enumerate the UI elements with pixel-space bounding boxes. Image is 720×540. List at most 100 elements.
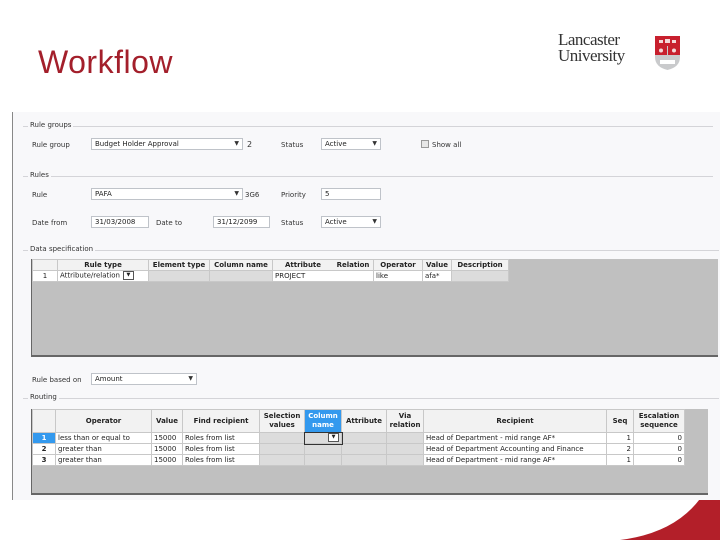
show-all-checkbox[interactable] xyxy=(421,140,429,148)
selection-values-cell[interactable] xyxy=(259,454,305,466)
row-number[interactable]: 1 xyxy=(32,432,56,444)
workflow-app-window: Rule groups Rule group Budget Holder App… xyxy=(12,112,720,500)
routing-section: Routing Operator Value Find recipient Se… xyxy=(23,393,719,499)
rule-status-select[interactable]: Active ▼ xyxy=(321,216,381,228)
table-row[interactable]: 1 Attribute/relation ▼ PROJECT like afa* xyxy=(32,270,509,282)
recipient-cell[interactable]: Head of Department Accounting and Financ… xyxy=(423,443,607,455)
chevron-down-icon[interactable]: ▼ xyxy=(372,217,377,227)
rule-type-cell[interactable]: Attribute/relation ▼ xyxy=(57,270,149,282)
selection-values-cell[interactable] xyxy=(259,432,305,444)
seq-cell[interactable]: 1 xyxy=(606,454,634,466)
priority-input[interactable]: 5 xyxy=(321,188,381,200)
column-name-cell[interactable] xyxy=(209,270,273,282)
column-header[interactable]: Value xyxy=(422,259,452,271)
attribute-cell[interactable] xyxy=(341,443,387,455)
via-relation-cell[interactable] xyxy=(386,432,424,444)
column-header[interactable]: Attribute xyxy=(341,409,387,433)
rule-group-status-select[interactable]: Active ▼ xyxy=(321,138,381,150)
seq-cell[interactable]: 1 xyxy=(606,432,634,444)
date-to-label: Date to xyxy=(156,219,182,227)
rule-select[interactable]: PAFA ▼ xyxy=(91,188,243,200)
value-cell[interactable]: 15000 xyxy=(151,454,183,466)
table-row[interactable]: 3 greater than 15000 Roles from list Hea… xyxy=(32,454,685,466)
column-header[interactable]: Escalation sequence xyxy=(633,409,685,433)
data-spec-header-row: Rule type Element type Column name Attri… xyxy=(32,259,509,271)
chevron-down-icon[interactable]: ▼ xyxy=(188,374,193,384)
date-from-input[interactable]: 31/03/2008 xyxy=(91,216,149,228)
column-header[interactable]: Column name xyxy=(209,259,273,271)
rule-based-on-select[interactable]: Amount ▼ xyxy=(91,373,197,385)
recipient-cell[interactable]: Head of Department - mid range AF* xyxy=(423,432,607,444)
column-header[interactable]: Operator xyxy=(373,259,423,271)
selection-values-cell[interactable] xyxy=(259,443,305,455)
row-number[interactable]: 1 xyxy=(32,270,58,282)
escalation-sequence-cell[interactable]: 0 xyxy=(633,443,685,455)
column-header[interactable]: Attribute xyxy=(272,259,333,271)
slide-title: Workflow xyxy=(38,44,173,80)
column-header[interactable]: Seq xyxy=(606,409,634,433)
rule-groups-label: Rule groups xyxy=(28,121,74,129)
seq-cell[interactable]: 2 xyxy=(606,443,634,455)
operator-cell[interactable]: like xyxy=(373,270,423,282)
value-cell[interactable]: 15000 xyxy=(151,443,183,455)
via-relation-cell[interactable] xyxy=(386,454,424,466)
recipient-cell[interactable]: Head of Department - mid range AF* xyxy=(423,454,607,466)
column-header[interactable]: Operator xyxy=(55,409,152,433)
attribute-cell[interactable] xyxy=(341,432,387,444)
column-header[interactable]: Relation xyxy=(333,259,374,271)
attribute-cell[interactable]: PROJECT xyxy=(272,270,333,282)
value-cell[interactable]: afa* xyxy=(422,270,452,282)
column-header[interactable]: Via relation xyxy=(386,409,424,433)
column-header[interactable]: Value xyxy=(151,409,183,433)
column-name-cell[interactable] xyxy=(304,454,342,466)
column-header[interactable]: Recipient xyxy=(423,409,607,433)
rules-label: Rules xyxy=(28,171,51,179)
column-header[interactable]: Rule type xyxy=(57,259,149,271)
column-header-selected[interactable]: Column name xyxy=(304,409,342,433)
rule-groups-section: Rule groups Rule group Budget Holder App… xyxy=(23,121,713,167)
date-from-label: Date from xyxy=(32,219,68,227)
attribute-cell[interactable] xyxy=(341,454,387,466)
show-all-label: Show all xyxy=(432,141,462,149)
column-header[interactable]: Find recipient xyxy=(182,409,260,433)
rules-section: Rules Rule PAFA ▼ 3G6 Priority 5 Date fr… xyxy=(23,171,713,237)
rule-group-status-value: Active xyxy=(325,140,347,148)
table-row[interactable]: 1 less than or equal to 15000 Roles from… xyxy=(32,431,685,445)
dropdown-arrow-icon[interactable]: ▼ xyxy=(328,433,339,443)
dropdown-arrow-icon[interactable]: ▼ xyxy=(122,271,134,281)
row-number[interactable]: 2 xyxy=(32,443,56,455)
chevron-down-icon[interactable]: ▼ xyxy=(372,139,377,149)
column-header[interactable]: Description xyxy=(451,259,509,271)
routing-header-row: Operator Value Find recipient Selection … xyxy=(32,409,685,433)
column-header[interactable]: Selection values xyxy=(259,409,305,433)
via-relation-cell[interactable] xyxy=(386,443,424,455)
column-name-cell[interactable]: ▼ xyxy=(303,431,343,445)
operator-cell[interactable]: greater than xyxy=(55,443,152,455)
rule-label: Rule xyxy=(32,191,48,199)
date-to-input[interactable]: 31/12/2099 xyxy=(213,216,270,228)
date-from-value: 31/03/2008 xyxy=(95,218,136,226)
escalation-sequence-cell[interactable]: 0 xyxy=(633,454,685,466)
escalation-sequence-cell[interactable]: 0 xyxy=(633,432,685,444)
value-cell[interactable]: 15000 xyxy=(151,432,183,444)
routing-label: Routing xyxy=(28,393,59,401)
column-header[interactable]: Element type xyxy=(148,259,210,271)
description-cell[interactable] xyxy=(451,270,509,282)
column-name-cell[interactable] xyxy=(304,443,342,455)
rule-based-on-value: Amount xyxy=(95,375,123,383)
data-specification-section: Data specification Rule type Element typ… xyxy=(23,245,719,359)
find-recipient-cell[interactable]: Roles from list xyxy=(182,432,260,444)
operator-cell[interactable]: less than or equal to xyxy=(55,432,152,444)
find-recipient-cell[interactable]: Roles from list xyxy=(182,443,260,455)
element-type-cell[interactable] xyxy=(148,270,210,282)
chevron-down-icon[interactable]: ▼ xyxy=(234,189,239,199)
operator-cell[interactable]: greater than xyxy=(55,454,152,466)
table-row[interactable]: 2 greater than 15000 Roles from list Hea… xyxy=(32,443,685,455)
find-recipient-cell[interactable]: Roles from list xyxy=(182,454,260,466)
rule-group-select[interactable]: Budget Holder Approval ▼ xyxy=(91,138,243,150)
row-number-header xyxy=(32,409,56,433)
relation-cell[interactable] xyxy=(333,270,374,282)
row-number[interactable]: 3 xyxy=(32,454,56,466)
priority-label: Priority xyxy=(281,191,306,199)
chevron-down-icon[interactable]: ▼ xyxy=(234,139,239,149)
